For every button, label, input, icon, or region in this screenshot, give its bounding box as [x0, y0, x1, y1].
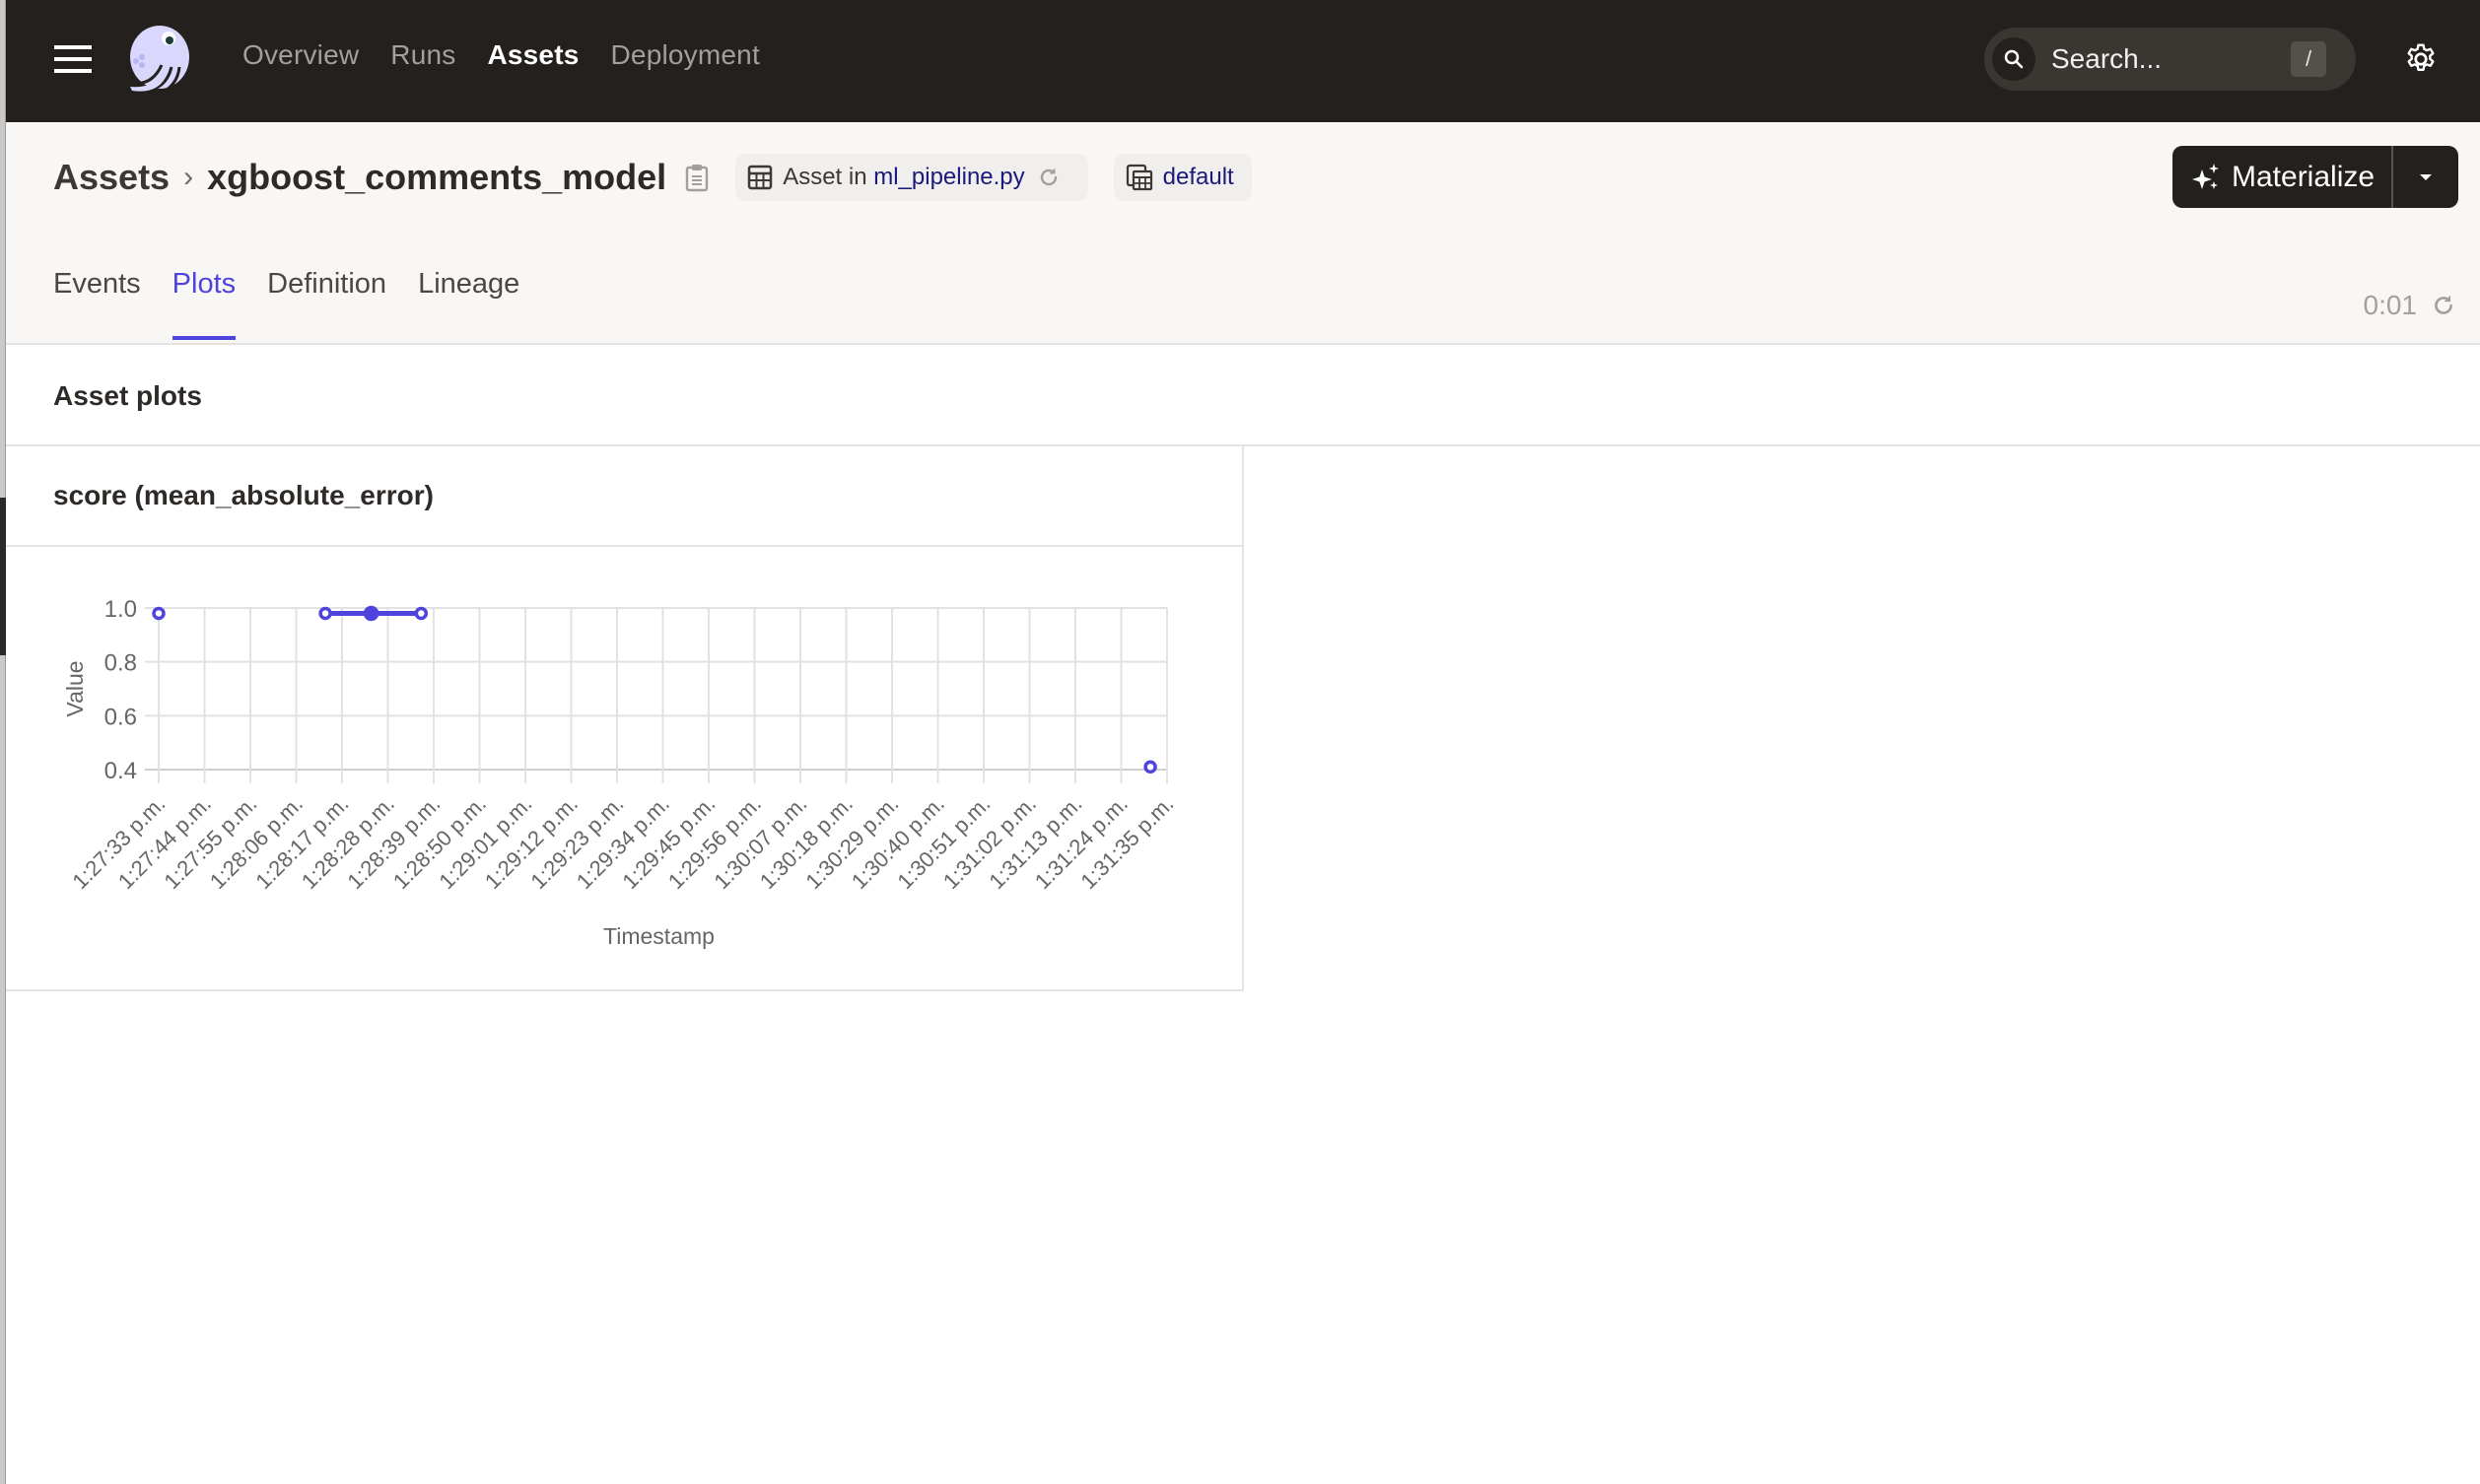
y-axis-title: Value	[62, 660, 88, 716]
data-point	[1143, 760, 1157, 775]
refresh-icon[interactable]	[2431, 293, 2456, 318]
y-tick-label: 1.0	[104, 596, 137, 623]
search-shortcut-key: /	[2291, 41, 2326, 77]
refresh-elapsed-time: 0:01	[2363, 290, 2418, 320]
caret-down-icon	[2420, 173, 2432, 180]
background-window-edge	[0, 0, 6, 1484]
materialize-button-group: Materialize	[2172, 146, 2458, 208]
data-point	[363, 605, 379, 622]
x-axis-title: Timestamp	[603, 923, 715, 949]
y-tick-label: 0.6	[104, 704, 137, 730]
data-point	[152, 606, 166, 621]
settings-gear-icon[interactable]	[2403, 41, 2439, 77]
materialize-label: Materialize	[2232, 160, 2376, 193]
data-point	[414, 606, 429, 621]
metric-line-chart: 0.40.60.81.01:27:33 p.m.1:27:44 p.m.1:27…	[62, 596, 1179, 949]
sparkles-icon	[2192, 163, 2219, 189]
refresh-indicator: 0:01	[2364, 290, 2457, 321]
y-tick-label: 0.4	[104, 758, 137, 784]
materialize-options-dropdown[interactable]	[2393, 146, 2458, 208]
search-input[interactable]: Search... /	[1984, 28, 2356, 91]
data-point	[318, 606, 332, 621]
y-tick-label: 0.8	[104, 650, 137, 677]
search-icon	[1992, 37, 2035, 81]
search-placeholder: Search...	[2051, 43, 2163, 74]
materialize-button[interactable]: Materialize	[2172, 146, 2393, 208]
